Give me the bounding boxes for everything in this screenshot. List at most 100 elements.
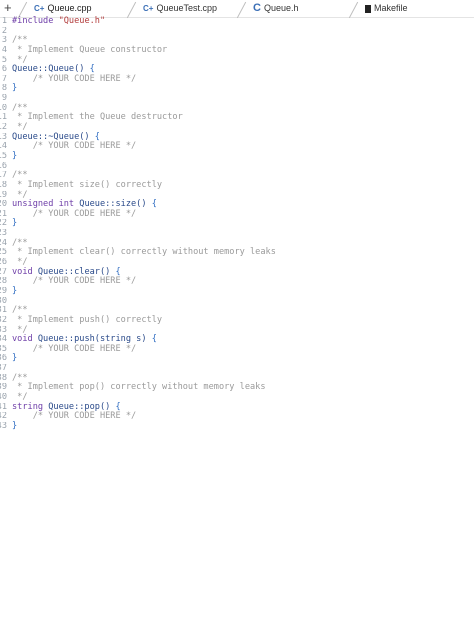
code-token: } [12,420,18,431]
code-text: /* YOUR CODE HERE */ [12,344,137,355]
tab-separator [348,1,359,19]
code-line: 11 * Implement the Queue destructor [0,113,474,123]
code-token: } [12,150,18,161]
code-token: string [12,401,49,412]
tab-queue-cpp[interactable]: C+ Queue.cpp [17,0,92,19]
code-token: /** [12,372,28,383]
code-line: 39 * Implement pop() correctly without m… [0,383,474,393]
code-line: 25 * Implement clear() correctly without… [0,248,474,258]
code-editor[interactable]: 1 #include "Queue.h" 2 3 /** 4 * Implement Qu… [0,16,474,432]
code-token: /** [12,102,28,113]
code-text: } [12,354,17,364]
line-number: 26 [0,258,7,268]
line-number: 7 [1,74,7,84]
cpp-file-icon: C+ [143,4,154,13]
tab-label: Makefile [374,3,408,13]
code-line: 7 /* YOUR CODE HERE */ [0,73,474,85]
code-line: 14 /* YOUR CODE HERE */ [0,142,474,152]
code-token: Queue::pop() [48,401,116,412]
code-token: Queue::Queue() [12,64,90,75]
code-token: /** [12,305,28,316]
code-token: Queue::clear() [37,266,116,277]
code-line: 15} [0,150,474,162]
code-line: 1 #include "Queue.h" [0,16,474,27]
code-line: 2 [0,27,474,37]
line-number: 6 [1,65,7,75]
tab-label: QueueTest.cpp [156,3,217,13]
line-number: 16 [0,161,7,171]
code-token: } [12,83,18,94]
code-text: * Implement pop() correctly without memo… [12,383,265,393]
line-number: 8 [1,84,7,94]
tab-label: Queue.h [263,3,299,13]
code-token: /* YOUR CODE HERE */ [12,276,137,287]
code-token: { [115,266,121,277]
line-number: 36 [0,354,7,364]
line-number: 28 [0,277,7,287]
code-token: { [94,131,100,142]
code-line: 8} [0,84,474,94]
code-token: */ [12,257,28,268]
tab-separator [236,1,247,19]
code-text: * Implement clear() correctly without me… [12,248,276,258]
code-token: /** [12,170,28,181]
code-line: 36} [0,354,474,364]
code-text: * Implement size() correctly [12,179,163,191]
line-number: 15 [0,151,7,161]
code-text: /* YOUR CODE HERE */ [12,411,137,422]
line-number: 22 [0,219,7,229]
code-line: 43} [0,420,474,432]
line-number: 9 [1,94,7,104]
code-token: /* YOUR CODE HERE */ [12,208,137,219]
code-token: */ [12,122,28,133]
line-number: 34 [0,335,7,345]
code-text: #include "Queue.h" [12,16,105,27]
code-token: { [151,199,157,210]
line-number: 5 [1,55,7,65]
line-number: 2 [1,26,7,36]
line-number: 20 [0,200,7,210]
tab-queuetest-cpp[interactable]: C+ QueueTest.cpp [126,0,217,19]
line-number: 33 [0,325,7,335]
code-token: */ [12,54,28,65]
code-token: Queue::push(string s) [37,334,152,345]
line-number: 29 [0,286,7,296]
line-number: 24 [0,238,7,248]
line-number: 30 [0,296,7,306]
line-number: 1 [1,17,7,26]
line-number: 23 [0,229,7,239]
code-line: 22} [0,219,474,229]
tab-makefile[interactable]: Makefile [348,0,408,19]
code-token: void [12,266,38,277]
line-number: 10 [0,103,7,113]
line-number: 35 [0,344,7,354]
code-token: */ [12,391,28,402]
code-line: 18 * Implement size() correctly [0,179,474,191]
code-text: /* YOUR CODE HERE */ [12,142,137,152]
code-token: #include [12,16,59,26]
tab-queue-h[interactable]: C Queue.h [236,0,299,19]
code-token: */ [12,189,28,200]
line-number: 3 [1,36,7,46]
code-token: } [12,353,18,364]
code-line: 23 [0,229,474,239]
code-token: Queue::~Queue() [12,131,95,142]
code-token: /* YOUR CODE HERE */ [12,73,137,84]
new-tab-button[interactable]: + [4,0,12,15]
line-number: 42 [0,412,7,422]
code-token: * Implement Queue constructor [12,44,168,55]
line-number: 40 [0,392,7,402]
makefile-icon [365,4,371,13]
code-text: } [12,150,18,162]
code-token: * Implement clear() correctly without me… [12,247,276,258]
code-token: unsigned int [12,199,80,210]
code-token: { [115,401,121,412]
line-number: 32 [0,315,7,325]
line-number: 12 [0,123,7,133]
code-token: * Implement size() correctly [12,179,163,190]
line-number: 14 [0,142,7,152]
line-number: 11 [0,113,7,123]
code-line: 4 * Implement Queue constructor [0,44,474,56]
line-number: 37 [0,364,7,374]
code-token: /* YOUR CODE HERE */ [12,411,137,422]
